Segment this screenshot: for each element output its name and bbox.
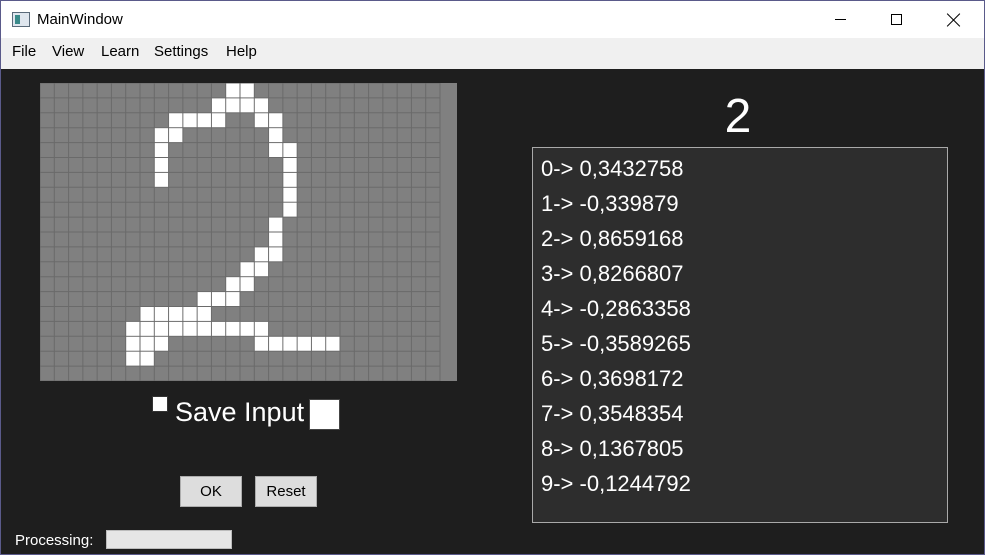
grid-cell-filled[interactable] [269,232,283,247]
grid-cell-filled[interactable] [269,217,283,232]
grid-cell-filled[interactable] [283,172,297,187]
processing-label: Processing: [15,532,94,549]
grid-cell-filled[interactable] [226,277,240,292]
grid-cell-filled[interactable] [154,128,169,143]
grid-cell-filled[interactable] [297,336,311,351]
grid-cell-filled[interactable] [226,321,240,336]
grid-cell-filled[interactable] [169,307,183,321]
result-line-6: 6-> 0,3698172 [541,366,684,391]
menu-view[interactable]: View [51,43,85,60]
grid-cell-filled[interactable] [211,98,226,113]
result-line-9: 9-> -0,1244792 [541,471,691,496]
grid-cell-filled[interactable] [269,113,283,128]
menu-help[interactable]: Help [225,43,258,60]
grid-cell-filled[interactable] [226,292,240,306]
grid-cell-filled[interactable] [197,113,211,128]
save-input-checkbox[interactable] [152,396,168,412]
grid-cell-filled[interactable] [140,321,154,336]
grid-cell-filled[interactable] [183,321,197,336]
grid-cell-filled[interactable] [126,336,140,351]
result-line-7: 7-> 0,3548354 [541,401,684,426]
save-input-label: Save Input [175,397,305,427]
menu-bar: File View Learn Settings Help [1,38,984,69]
grid-cell-filled[interactable] [240,277,254,292]
grid-cell-filled[interactable] [283,336,297,351]
grid-cell-filled[interactable] [269,247,283,262]
grid-cell-filled[interactable] [240,98,254,113]
grid-cell-filled[interactable] [240,83,254,98]
window-title: MainWindow [37,11,123,28]
grid-cell-filled[interactable] [197,321,211,336]
grid-cell-filled[interactable] [211,292,226,306]
grid-cell-filled[interactable] [254,336,269,351]
grid-cell-filled[interactable] [269,336,283,351]
reset-button[interactable]: Reset [255,476,317,507]
grid-cell-filled[interactable] [140,351,154,366]
menu-file[interactable]: File [11,43,37,60]
result-line-8: 8-> 0,1367805 [541,436,684,461]
grid-cell-filled[interactable] [211,113,226,128]
grid-cell-filled[interactable] [140,307,154,321]
grid-cell-filled[interactable] [240,321,254,336]
drawing-grid[interactable] [40,83,457,381]
grid-cell-filled[interactable] [326,336,340,351]
grid-cell-filled[interactable] [154,158,169,172]
grid-cell-filled[interactable] [169,113,183,128]
grid-cell-filled[interactable] [154,143,169,157]
grid-cell-filled[interactable] [311,336,326,351]
grid-cell-filled[interactable] [140,336,154,351]
result-line-4: 4-> -0,2863358 [541,296,691,321]
grid-cell-filled[interactable] [240,262,254,277]
grid-cell-filled[interactable] [269,128,283,143]
processing-progress-bar [106,530,232,549]
maximize-button[interactable] [867,1,925,38]
maximize-icon [890,14,902,25]
minimize-button[interactable] [811,1,869,38]
grid-cell-filled[interactable] [254,247,269,262]
grid-cell-filled[interactable] [254,321,269,336]
grid-cell-filled[interactable] [211,321,226,336]
grid-cell-filled[interactable] [283,187,297,202]
grid-cell-filled[interactable] [154,172,169,187]
grid-cell-filled[interactable] [197,292,211,306]
grid-cell-filled[interactable] [154,336,169,351]
grid-cell-filled[interactable] [254,98,269,113]
grid-cell-filled[interactable] [126,351,140,366]
save-input-preview [309,399,340,430]
grid-cell-filled[interactable] [226,83,240,98]
drawing-grid-canvas[interactable] [40,83,457,381]
ok-button[interactable]: OK [180,476,242,507]
grid-cell-filled[interactable] [154,307,169,321]
menu-settings[interactable]: Settings [153,43,209,60]
grid-cell-filled[interactable] [283,143,297,157]
grid-cell-filled[interactable] [169,321,183,336]
result-line-0: 0-> 0,3432758 [541,156,684,181]
grid-cell-filled[interactable] [154,321,169,336]
result-line-5: 5-> -0,3589265 [541,331,691,356]
menu-learn[interactable]: Learn [100,43,140,60]
grid-cell-filled[interactable] [283,202,297,217]
minimize-icon [834,19,846,20]
result-line-2: 2-> 0,8659168 [541,226,684,251]
grid-cell-filled[interactable] [169,128,183,143]
close-icon [947,13,961,27]
result-line-1: 1-> -0,339879 [541,191,679,216]
results-list: 0-> 0,3432758 1-> -0,339879 2-> 0,865916… [532,147,948,523]
app-icon [12,12,30,27]
grid-cell-filled[interactable] [126,321,140,336]
grid-cell-filled[interactable] [197,307,211,321]
grid-cell-filled[interactable] [283,158,297,172]
grid-cell-filled[interactable] [269,143,283,157]
grid-cell-filled[interactable] [254,262,269,277]
grid-cell-filled[interactable] [226,98,240,113]
predicted-digit: 2 [724,90,752,143]
main-window: MainWindow File View Learn Settings Help… [0,0,985,555]
title-bar[interactable]: MainWindow [1,1,984,38]
grid-cell-filled[interactable] [254,113,269,128]
grid-cell-filled[interactable] [183,307,197,321]
result-line-3: 3-> 0,8266807 [541,261,684,286]
grid-cell-filled[interactable] [183,113,197,128]
close-button[interactable] [925,1,983,38]
